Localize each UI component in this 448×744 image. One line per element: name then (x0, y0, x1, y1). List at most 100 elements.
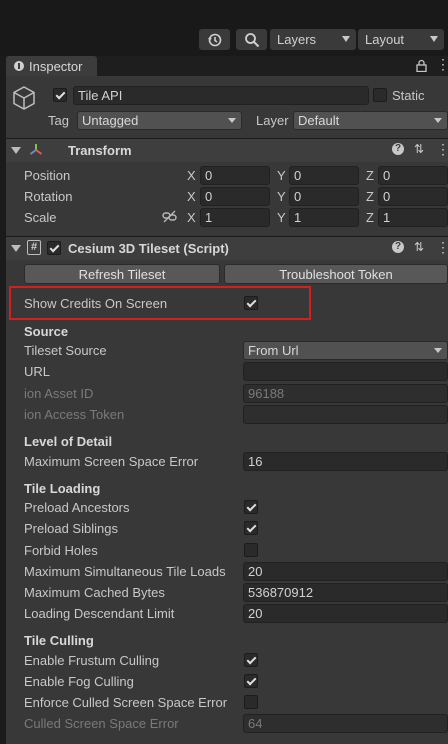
chevron-down-icon (430, 36, 438, 42)
layers-label: Layers (277, 32, 317, 47)
fog-culling-checkbox[interactable] (244, 674, 258, 688)
frustum-culling-label: Enable Frustum Culling (24, 653, 160, 668)
forbid-holes-checkbox[interactable] (244, 543, 258, 557)
chevron-down-icon (434, 348, 442, 353)
search-button[interactable] (236, 29, 267, 50)
field-value: 0 (383, 168, 391, 183)
enforce-culled-label: Enforce Culled Screen Space Error (24, 695, 228, 710)
transform-title: Transform (68, 143, 132, 158)
field-value: 64 (248, 716, 263, 731)
layout-label: Layout (365, 32, 405, 47)
ion-access-token-label: ion Access Token (24, 407, 125, 422)
field-value: 0 (383, 189, 391, 204)
refresh-tileset-button[interactable]: Refresh Tileset (24, 264, 220, 284)
frustum-culling-checkbox[interactable] (244, 653, 258, 667)
tab-title: Inspector (29, 58, 83, 74)
max-cached-field[interactable]: 536870912 (243, 583, 448, 602)
active-checkbox[interactable] (53, 88, 67, 102)
loading-descendant-field[interactable]: 20 (243, 604, 448, 623)
loading-descendant-label: Loading Descendant Limit (24, 606, 175, 621)
static-checkbox[interactable] (373, 88, 387, 102)
axis-x-label: X (187, 210, 196, 225)
field-value: 1 (205, 210, 213, 225)
component-enabled-checkbox[interactable] (47, 241, 61, 255)
more-options-icon[interactable]: ⋮ (436, 57, 448, 71)
gameobject-cube-icon (13, 86, 35, 110)
ion-asset-id-label: ion Asset ID (24, 386, 94, 401)
tag-value: Untagged (82, 113, 139, 128)
field-value: 20 (248, 564, 263, 579)
axis-z-label: Z (366, 168, 374, 183)
more-options-icon[interactable]: ⋮ (436, 141, 448, 158)
lod-header: Level of Detail (24, 434, 113, 449)
chevron-down-icon (228, 118, 236, 123)
link-icon[interactable] (162, 210, 177, 223)
field-value: 16 (248, 454, 263, 469)
more-options-icon[interactable]: ⋮ (436, 239, 448, 256)
troubleshoot-token-button[interactable]: Troubleshoot Token (224, 264, 448, 284)
presets-icon[interactable]: ⇅ (412, 239, 426, 255)
history-button[interactable] (199, 29, 230, 50)
ion-access-token-field (243, 405, 448, 424)
tileset-source-dropdown[interactable]: From Url (243, 341, 448, 360)
chevron-down-icon (342, 36, 350, 42)
cesium-tileset-title: Cesium 3D Tileset (Script) (68, 241, 229, 256)
position-y-field[interactable]: 0 (289, 166, 359, 185)
position-label: Position (24, 168, 71, 183)
scale-z-field[interactable]: 1 (378, 208, 448, 227)
scale-label: Scale (24, 210, 57, 225)
tileset-source-label: Tileset Source (24, 343, 107, 358)
max-sse-field[interactable]: 16 (243, 452, 448, 471)
culled-sse-label: Culled Screen Space Error (24, 716, 179, 731)
position-z-field[interactable]: 0 (378, 166, 448, 185)
help-icon[interactable]: ? (392, 143, 404, 155)
rotation-x-field[interactable]: 0 (200, 187, 270, 206)
rotation-z-field[interactable]: 0 (378, 187, 448, 206)
chevron-down-icon (434, 118, 442, 123)
axis-y-label: Y (277, 210, 286, 225)
scale-y-field[interactable]: 1 (289, 208, 359, 227)
object-name-value: Tile API (78, 88, 123, 103)
preload-siblings-checkbox[interactable] (244, 521, 258, 535)
tile-culling-header: Tile Culling (24, 633, 94, 648)
field-value: 0 (294, 189, 302, 204)
axis-y-label: Y (277, 168, 286, 183)
enforce-culled-checkbox[interactable] (244, 695, 258, 709)
axis-z-label: Z (366, 189, 374, 204)
axis-x-label: X (187, 168, 196, 183)
layers-dropdown[interactable]: Layers (270, 29, 356, 50)
url-field[interactable] (243, 362, 448, 381)
tag-dropdown[interactable]: Untagged (77, 111, 242, 130)
field-value: 0 (294, 168, 302, 183)
tileset-source-value: From Url (248, 343, 299, 358)
help-icon[interactable]: ? (392, 241, 404, 253)
max-sse-label: Maximum Screen Space Error (24, 454, 199, 469)
show-credits-checkbox[interactable] (244, 296, 258, 310)
axis-y-label: Y (277, 189, 286, 204)
lock-icon[interactable] (416, 59, 427, 72)
tab-inspector[interactable]: Inspector (6, 56, 97, 76)
source-header: Source (24, 324, 69, 339)
tile-loading-header: Tile Loading (24, 481, 101, 496)
url-label: URL (24, 364, 51, 379)
preload-ancestors-checkbox[interactable] (244, 500, 258, 514)
rotation-y-field[interactable]: 0 (289, 187, 359, 206)
position-x-field[interactable]: 0 (200, 166, 270, 185)
max-sim-loads-field[interactable]: 20 (243, 562, 448, 581)
foldout-arrow-icon[interactable] (11, 245, 21, 252)
field-value: 0 (205, 189, 213, 204)
axis-x-label: X (187, 189, 196, 204)
layout-dropdown[interactable]: Layout (358, 29, 444, 50)
tag-label: Tag (48, 113, 69, 128)
presets-icon[interactable]: ⇅ (412, 141, 426, 157)
scale-x-field[interactable]: 1 (200, 208, 270, 227)
script-icon: # (27, 240, 41, 255)
layer-dropdown[interactable]: Default (293, 111, 448, 130)
object-name-field[interactable]: Tile API (73, 86, 369, 105)
max-sim-loads-label: Maximum Simultaneous Tile Loads (24, 564, 226, 579)
preload-siblings-label: Preload Siblings (24, 521, 118, 536)
fog-culling-label: Enable Fog Culling (24, 674, 134, 689)
field-value: 20 (248, 606, 263, 621)
foldout-arrow-icon[interactable] (11, 147, 21, 154)
history-icon (207, 33, 221, 46)
